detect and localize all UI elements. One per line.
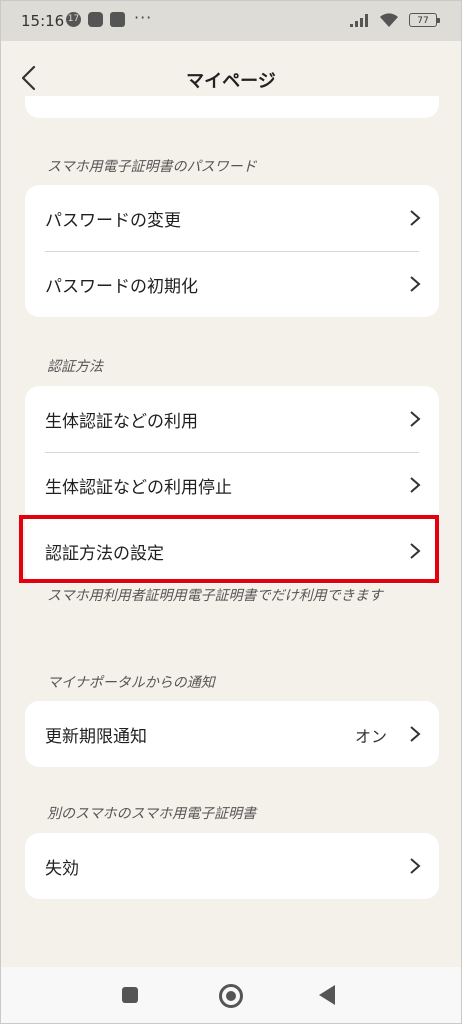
previous-card-edge [25,96,439,118]
status-time: 15:16 [21,12,65,30]
chevron-right-icon [410,210,421,226]
mail-icon [110,12,125,27]
recent-apps-icon[interactable] [122,987,138,1003]
wifi-icon [380,13,398,27]
menu-item-use-biometrics[interactable]: 生体認証などの利用 [25,386,439,452]
menu-item-label: 更新期限通知 [45,727,147,747]
auth-method-note: スマホ用利用者証明用電子証明書でだけ利用できます [47,588,383,604]
menu-item-stop-biometrics[interactable]: 生体認証などの利用停止 [25,452,439,518]
chevron-right-icon [410,411,421,427]
status-bar: 15:16 17 ··· 77 [1,1,461,41]
page-title: マイページ [186,71,276,92]
notification-17-icon: 17 [66,12,81,27]
menu-item-label: パスワードの初期化 [45,277,198,297]
menu-item-revoke[interactable]: 失効 [25,833,439,899]
menu-item-change-password[interactable]: パスワードの変更 [25,185,439,251]
menu-item-reset-password[interactable]: パスワードの初期化 [25,251,439,317]
menu-item-label: 失効 [45,859,79,879]
system-nav-bar [1,967,461,1023]
battery-icon: 77 [409,13,440,27]
menu-item-label: 生体認証などの利用 [45,412,198,432]
section-label-notifications: マイナポータルからの通知 [47,675,215,691]
menu-item-label: 生体認証などの利用停止 [45,478,232,498]
password-card: パスワードの変更 パスワードの初期化 [25,185,439,317]
signal-icon [350,14,368,27]
more-notifications-icon: ··· [134,8,153,27]
chevron-right-icon [410,477,421,493]
section-label-auth-method: 認証方法 [47,359,103,375]
chevron-right-icon [410,858,421,874]
menu-item-label: パスワードの変更 [45,211,181,231]
other-phone-card: 失効 [25,833,439,899]
setting-value: オン [354,727,387,746]
notifications-card: 更新期限通知 オン [25,701,439,767]
line-icon [88,12,103,27]
section-label-password: スマホ用電子証明書のパスワード [47,159,257,175]
chevron-right-icon [410,276,421,292]
section-label-other-phone: 別のスマホのスマホ用電子証明書 [47,806,257,822]
menu-item-expiry-notification[interactable]: 更新期限通知 オン [25,701,439,767]
phone-screen: 15:16 17 ··· 77 マイページ スマホ用電子証明書のパスワード パス… [0,0,462,1024]
back-triangle-icon[interactable] [319,985,335,1005]
highlight-box [19,515,439,583]
home-icon[interactable] [219,984,243,1008]
chevron-right-icon [410,726,421,742]
